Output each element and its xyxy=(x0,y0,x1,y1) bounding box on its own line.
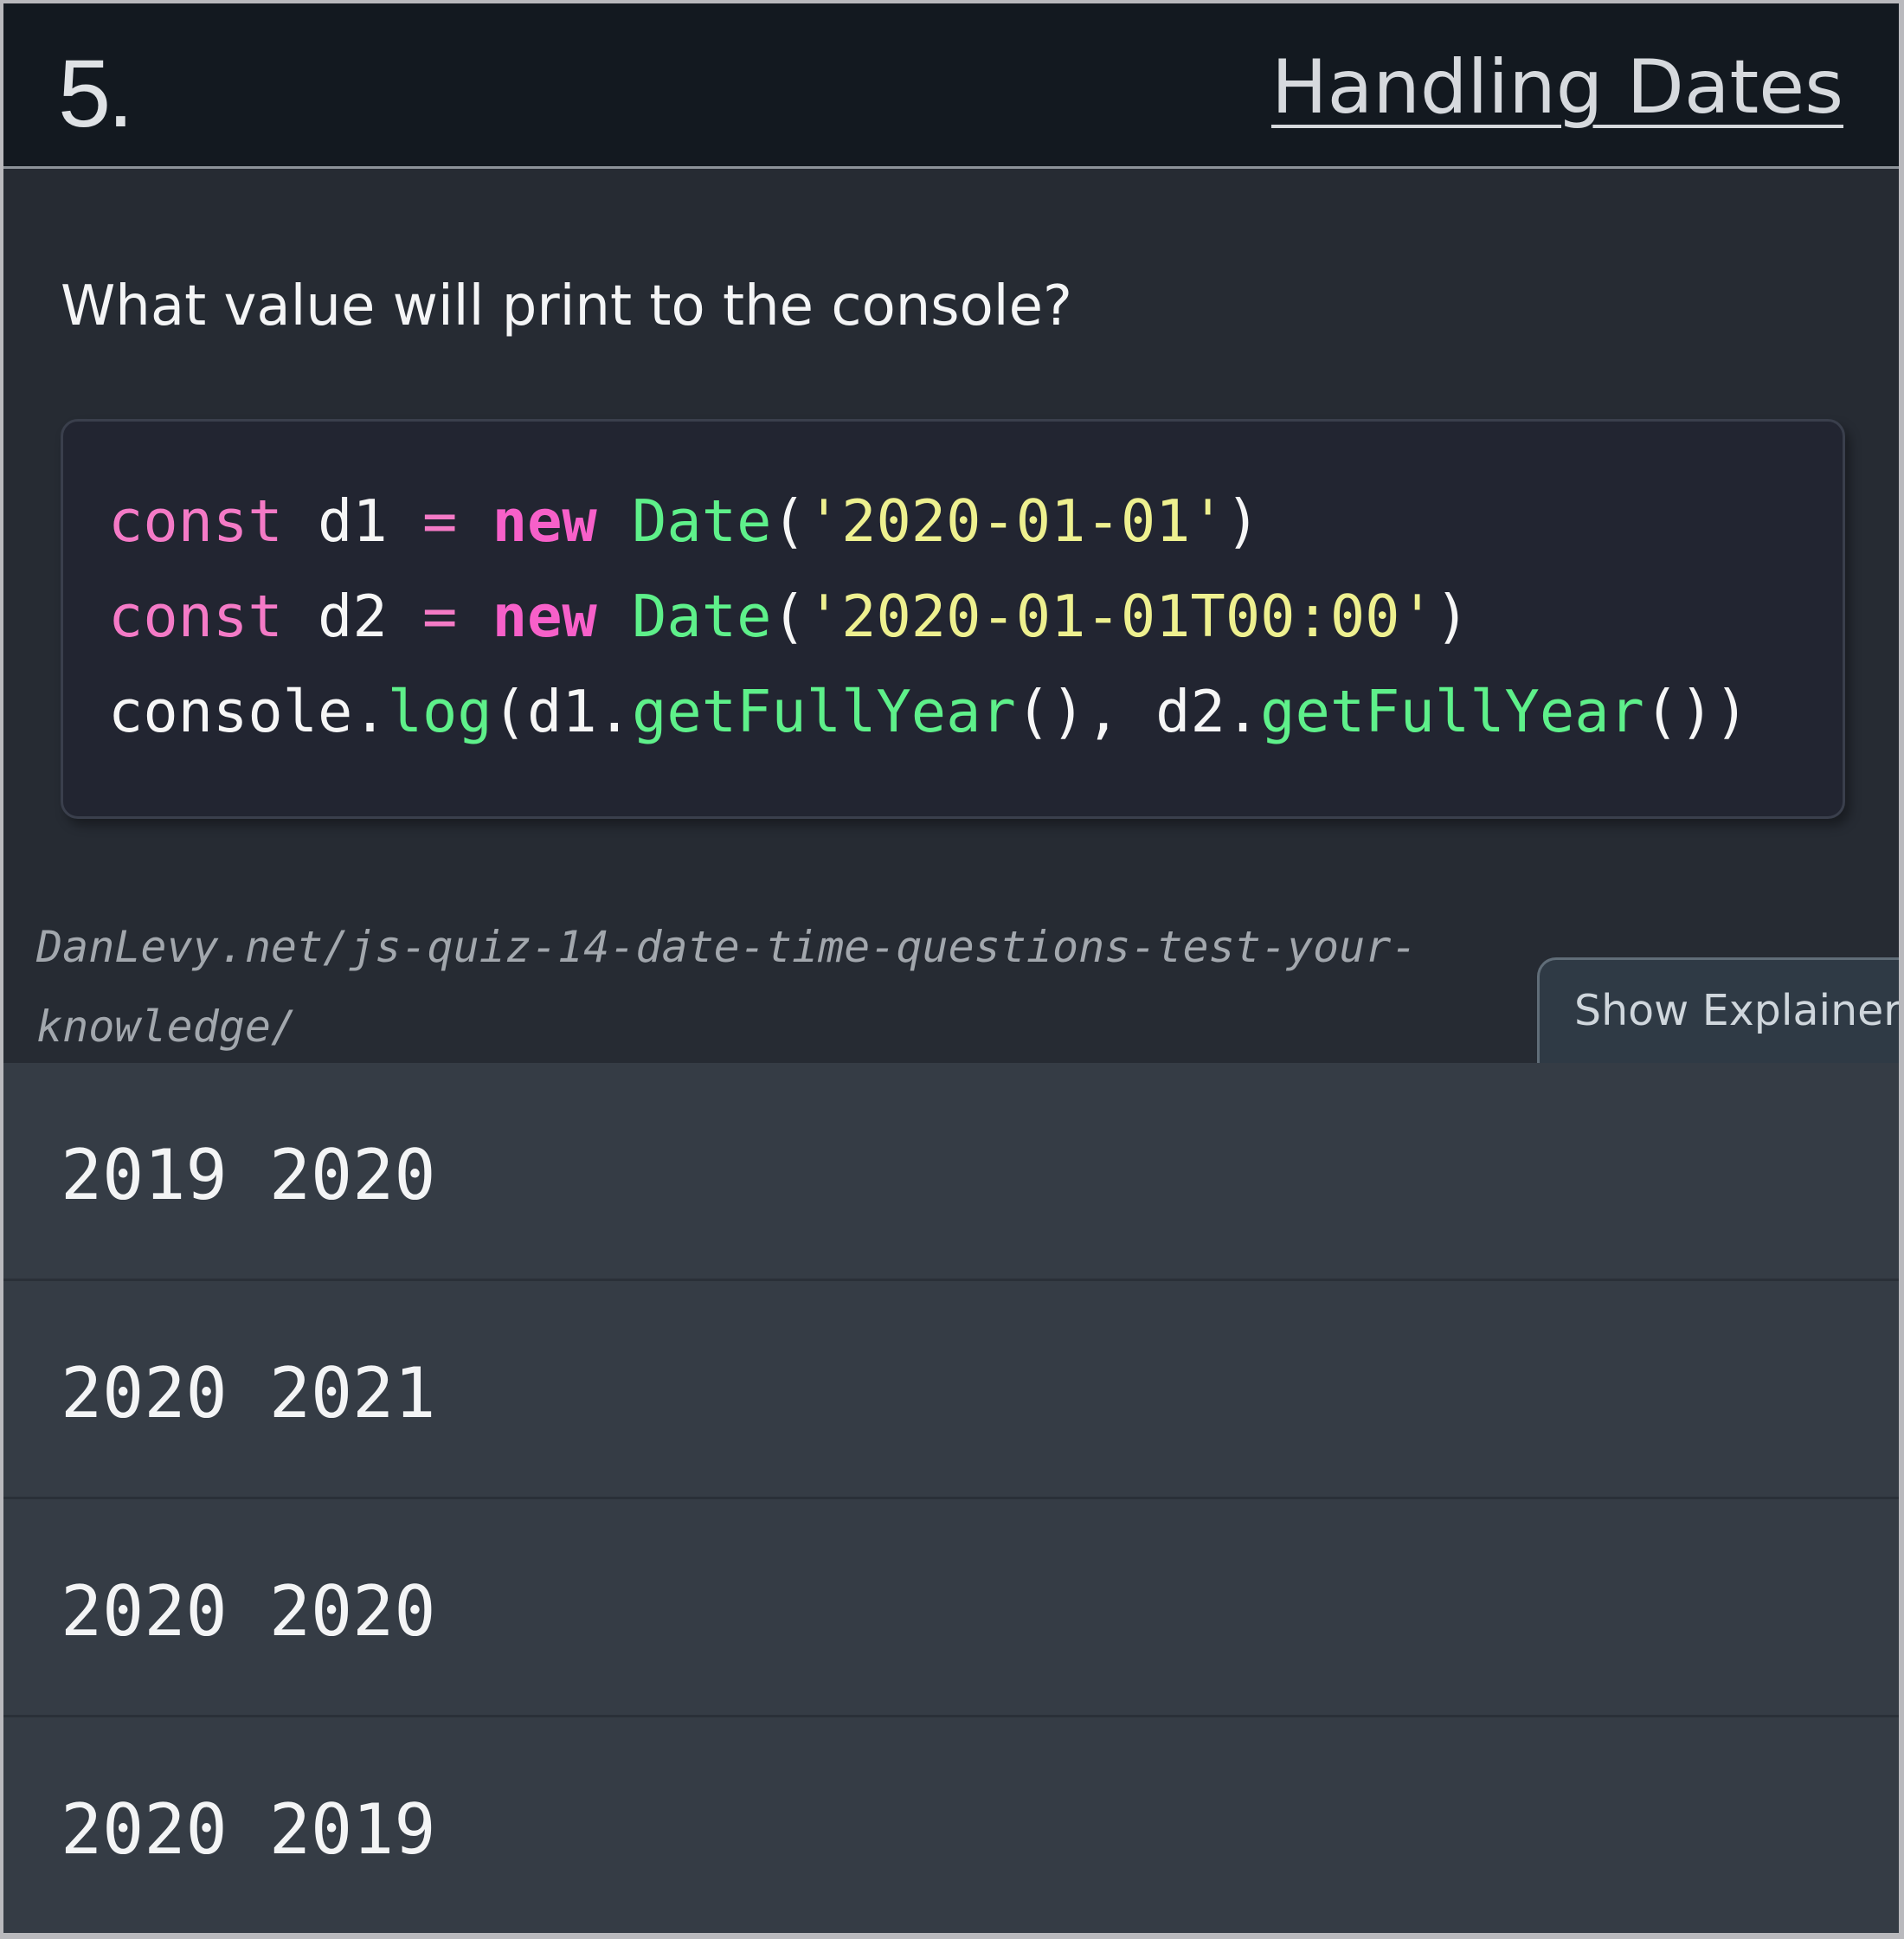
code-text: const d1 = new Date('2020-01-01') const … xyxy=(108,473,1749,759)
code-function: getFullYear xyxy=(1260,678,1644,745)
code-object: console. xyxy=(108,678,388,745)
code-function: getFullYear xyxy=(632,678,1016,745)
code-paren: ) xyxy=(1434,583,1470,650)
code-line-1: const d1 = new Date('2020-01-01') xyxy=(108,487,1260,555)
answer-option-1[interactable]: 2019 2020 xyxy=(3,1063,1899,1281)
code-paren: ( xyxy=(771,583,807,650)
code-keyword: const xyxy=(108,583,283,650)
answer-option-3[interactable]: 2020 2020 xyxy=(3,1499,1899,1717)
answer-option-2[interactable]: 2020 2021 xyxy=(3,1281,1899,1499)
answer-label: 2019 2020 xyxy=(61,1135,436,1215)
code-args: ()) xyxy=(1643,678,1749,745)
question-header: 5. Handling Dates xyxy=(3,3,1899,169)
code-paren: ( xyxy=(771,487,807,555)
code-keyword: const xyxy=(108,487,283,555)
answer-label: 2020 2021 xyxy=(61,1353,436,1433)
question-title-link[interactable]: Handling Dates xyxy=(1271,40,1843,135)
source-url: DanLevy.net/js-quiz-14-date-time-questio… xyxy=(36,922,1418,1052)
code-string: '2020-01-01T00:00' xyxy=(806,583,1435,650)
code-function: log xyxy=(387,678,492,745)
code-variable: d1 xyxy=(282,487,423,555)
show-explainer-button[interactable]: Show Explainer xyxy=(1537,957,1899,1065)
code-args: (d1. xyxy=(492,678,633,745)
code-line-2: const d2 = new Date('2020-01-01T00:00') xyxy=(108,583,1470,650)
code-string: '2020-01-01' xyxy=(806,487,1225,555)
code-function: Date xyxy=(596,487,772,555)
code-args: (), d2. xyxy=(1015,678,1261,745)
answer-list: 2019 2020 2020 2021 2020 2020 2020 2019 xyxy=(3,1063,1899,1933)
code-operator: = xyxy=(422,583,492,650)
code-keyword-new: new xyxy=(492,487,597,555)
code-block: const d1 = new Date('2020-01-01') const … xyxy=(61,419,1845,819)
quiz-card: 5. Handling Dates What value will print … xyxy=(3,3,1899,1933)
code-variable: d2 xyxy=(282,583,423,650)
code-function: Date xyxy=(596,583,772,650)
answer-label: 2020 2020 xyxy=(61,1571,436,1652)
code-paren: ) xyxy=(1225,487,1261,555)
answer-label: 2020 2019 xyxy=(61,1789,436,1870)
question-number: 5. xyxy=(58,41,134,147)
question-prompt: What value will print to the console? xyxy=(61,274,1072,338)
code-line-3: console.log(d1.getFullYear(), d2.getFull… xyxy=(108,678,1749,745)
answer-option-4[interactable]: 2020 2019 xyxy=(3,1717,1899,1933)
code-operator: = xyxy=(422,487,492,555)
code-keyword-new: new xyxy=(492,583,597,650)
